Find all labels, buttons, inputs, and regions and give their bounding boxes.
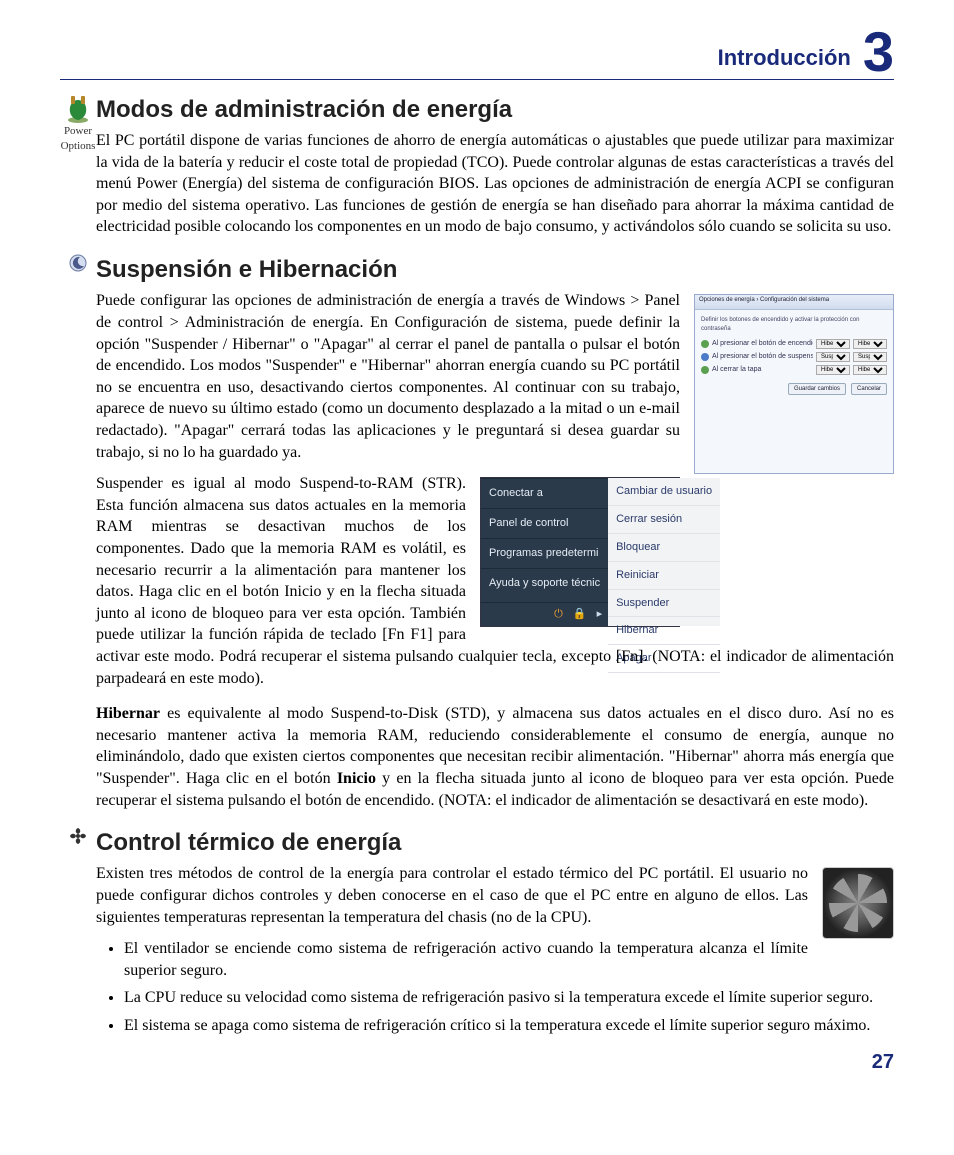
power-options-caption-2: Options [60,139,96,154]
start-left-item[interactable]: Conectar a [481,478,608,508]
start-right-item[interactable]: Cerrar sesión [608,506,720,534]
power-icon[interactable]: ⏻ [554,607,563,622]
start-right-item[interactable]: Hibernar [608,617,720,645]
section-thermal: Control térmico de energía Existen tres … [60,827,894,1043]
para-hibernate: Hibernar es equivalente al modo Suspend-… [96,703,894,811]
dropdown[interactable]: Hibernar [816,339,850,349]
dropdown[interactable]: Hibernar [816,365,850,375]
bold-hibernar: Hibernar [96,705,160,722]
dialog-row: Al presionar el botón de suspensión Susp… [701,352,887,362]
cancel-button[interactable]: Cancelar [851,383,887,395]
lock-icon[interactable]: 🔒 [573,607,587,622]
chapter-header: Introducción 3 [60,30,894,80]
page-number: 27 [60,1049,894,1076]
heading-power-modes: Modos de administración de energía [96,94,894,126]
dialog-row: Al presionar el botón de encendido Hiber… [701,339,887,349]
dropdown[interactable]: Hibernar [853,365,887,375]
lid-icon [701,366,709,374]
sleep-button-icon [701,353,709,361]
para-thermal: Existen tres métodos de control de la en… [96,863,894,928]
dialog-subtitle: Definir los botones de encendido y activ… [701,316,887,332]
list-item: La CPU reduce su velocidad como sistema … [124,987,894,1009]
list-item: El ventilador se enciende como sistema d… [124,938,894,981]
start-right-item[interactable]: Bloquear [608,534,720,562]
start-left-item[interactable]: Panel de control [481,508,608,538]
dropdown[interactable]: Hibernar [853,339,887,349]
section-power-modes: Power Options Modos de administración de… [60,94,894,248]
power-options-caption-1: Power [60,124,96,139]
start-left-item[interactable]: Ayuda y soporte técnic [481,568,608,598]
heading-thermal: Control térmico de energía [96,827,894,859]
bold-inicio: Inicio [337,770,376,787]
dropdown[interactable]: Suspender [853,352,887,362]
power-options-dialog-screenshot: Opciones de energía › Configuración del … [694,294,894,474]
para-power-modes: El PC portátil dispone de varias funcion… [96,130,894,238]
fan-photo [822,867,894,939]
dialog-row: Al cerrar la tapa Hibernar Hibernar [701,365,887,375]
chapter-number: 3 [863,30,894,75]
power-button-icon [701,340,709,348]
dropdown[interactable]: Suspender [816,352,850,362]
start-right-item[interactable]: Cambiar de usuario [608,478,720,506]
start-right-item[interactable]: Reiniciar [608,562,720,590]
fan-small-icon [60,827,96,845]
list-item: El sistema se apaga como sistema de refr… [124,1015,894,1037]
save-button[interactable]: Guardar cambios [788,383,846,395]
moon-icon [60,254,96,272]
start-menu-screenshot: Conectar a Panel de control Programas pr… [480,477,680,627]
thermal-bullets: El ventilador se enciende como sistema d… [124,938,894,1036]
start-right-item[interactable]: Suspender [608,590,720,618]
dialog-titlebar: Opciones de energía › Configuración del … [695,295,893,310]
chevron-right-icon[interactable]: ▸ [597,607,603,622]
power-options-icon: Power Options [60,94,96,154]
chapter-title: Introducción [718,43,851,73]
section-suspend-hibernate: Suspensión e Hibernación Opciones de ene… [60,254,894,821]
start-left-item[interactable]: Programas predetermi [481,538,608,568]
heading-suspend-hibernate: Suspensión e Hibernación [96,254,894,286]
